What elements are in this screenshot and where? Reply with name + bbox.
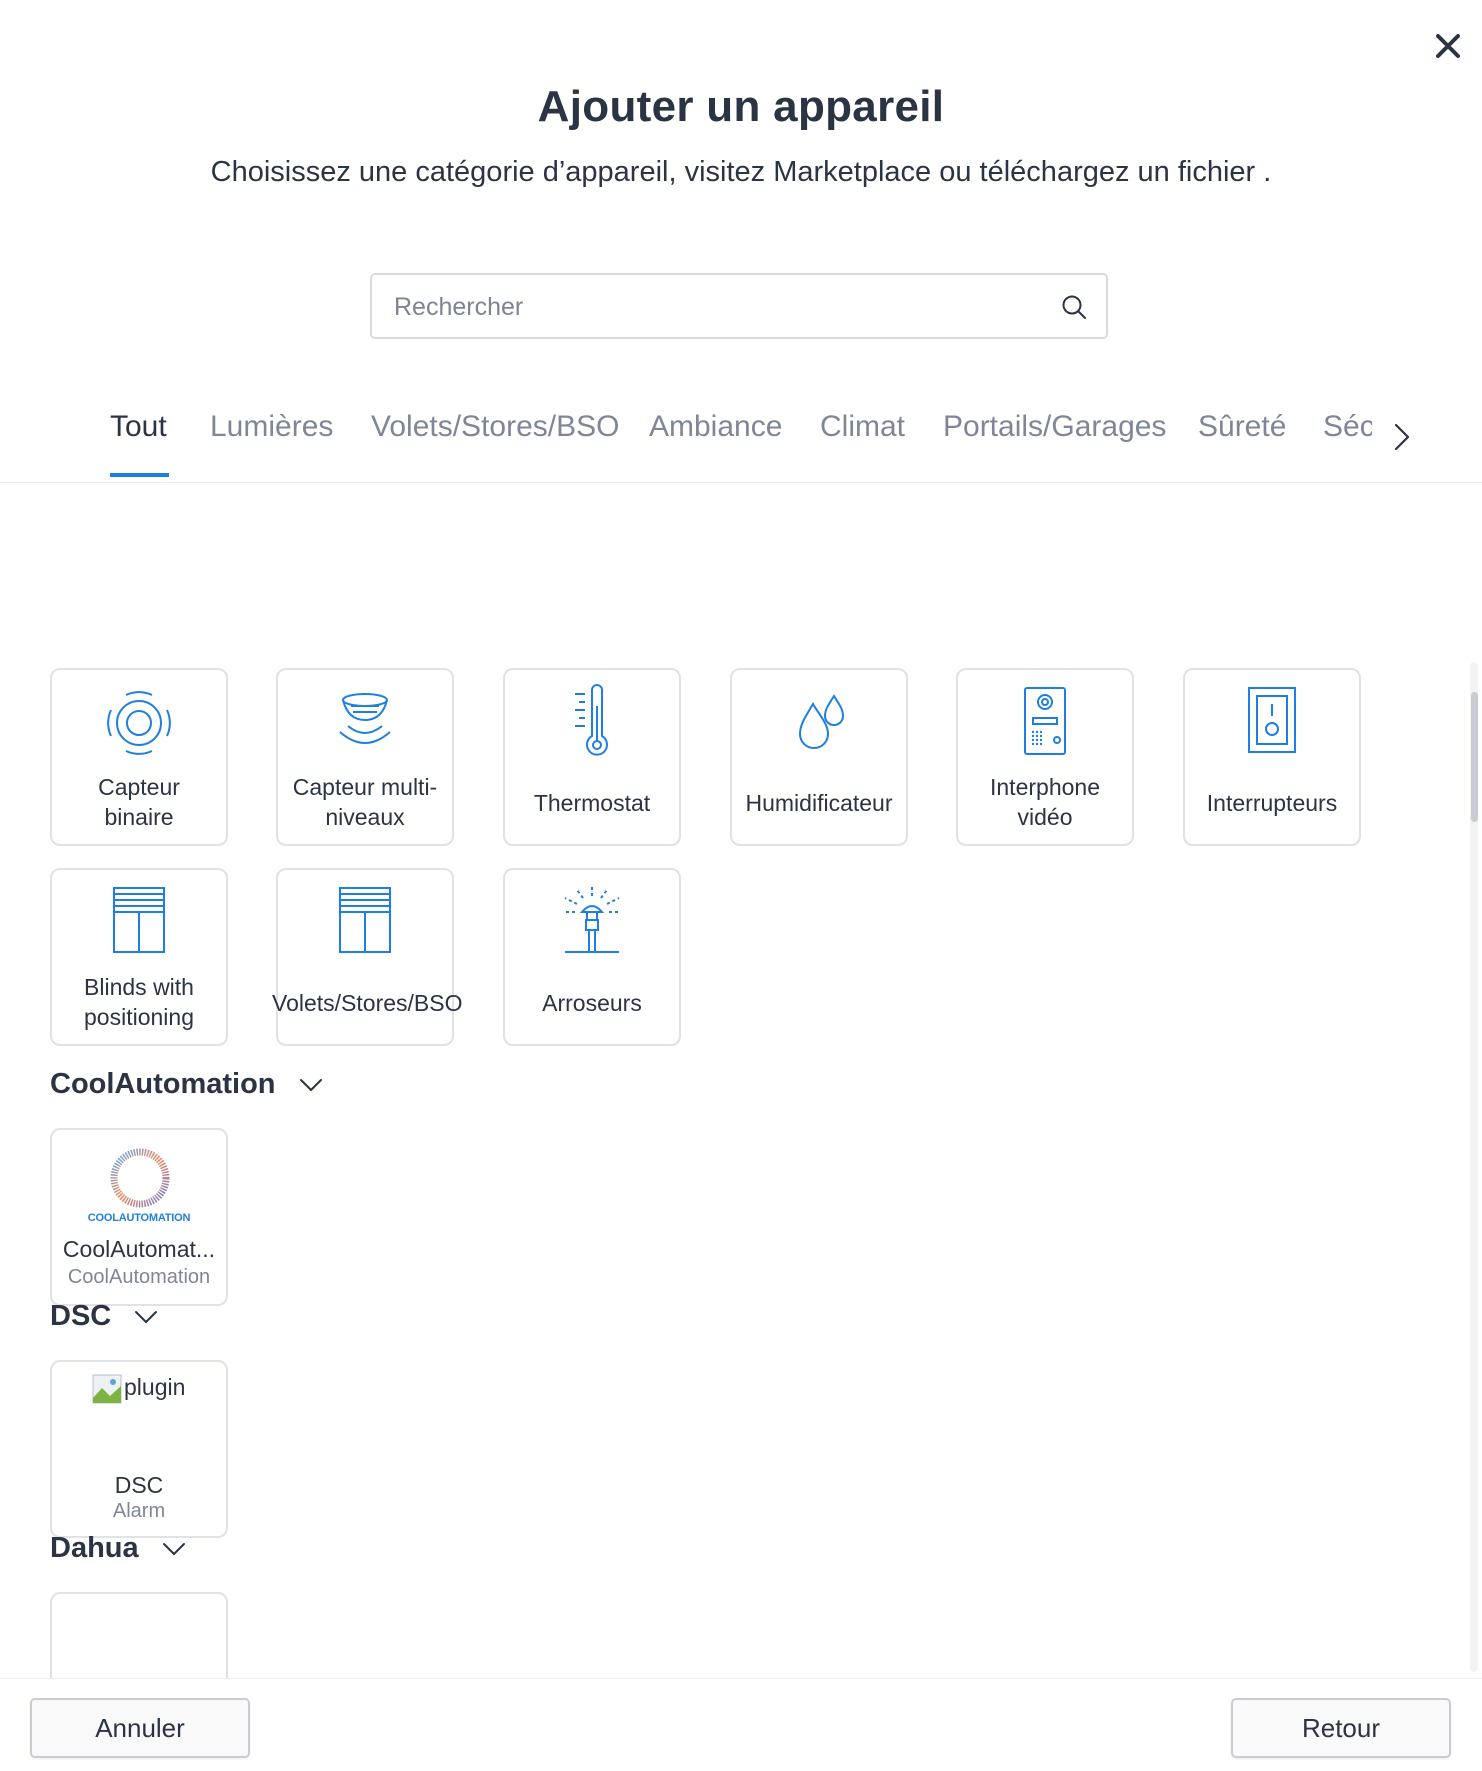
category-label-line2: positioning: [84, 1004, 194, 1030]
blinds-icon: [339, 887, 391, 953]
category-label: Arroseurs: [542, 990, 642, 1016]
plugin-name: DSC: [114, 1472, 164, 1498]
dialog-title: Ajouter un appareil: [537, 82, 945, 131]
intercom-icon: [1024, 687, 1066, 755]
category-label: Humidificateur: [745, 790, 893, 816]
tab-portails[interactable]: Portails/Garages: [943, 410, 1166, 444]
thermometer-icon: [575, 684, 608, 756]
plugin-card-dahua[interactable]: [50, 1592, 228, 1678]
category-label-line2: binaire: [104, 804, 174, 830]
tab-fade: [1372, 400, 1482, 480]
plugin-vendor: CoolAutomation: [67, 1266, 211, 1288]
chevron-down-icon[interactable]: [133, 1309, 159, 1325]
tab-surete[interactable]: Sûreté: [1198, 410, 1286, 444]
dialog-subtitle: Choisissez une catégorie d’appareil, vis…: [210, 156, 1272, 188]
dialog-footer: Annuler Retour: [0, 1678, 1482, 1771]
switch-icon: [1248, 687, 1296, 753]
category-card-volets[interactable]: Volets/Stores/BSO: [272, 868, 462, 1046]
chevron-right-icon[interactable]: [1390, 417, 1414, 457]
category-label-line1: Capteur multi-: [292, 774, 438, 800]
active-tab-indicator: [110, 473, 169, 477]
broken-image-icon: [92, 1374, 122, 1404]
binary-sensor-icon: [107, 691, 171, 755]
back-button[interactable]: Retour: [1231, 1698, 1451, 1758]
category-label: Volets/Stores/BSO: [272, 990, 463, 1016]
category-tabs: Tout Lumières Volets/Stores/BSO Ambiance…: [0, 400, 1482, 483]
multilevel-sensor-icon: [339, 693, 391, 744]
search-input[interactable]: [392, 275, 1036, 339]
tab-ambiance[interactable]: Ambiance: [649, 410, 782, 444]
category-card-sprinklers[interactable]: Arroseurs: [503, 868, 681, 1046]
chevron-down-icon[interactable]: [161, 1541, 187, 1557]
search-icon[interactable]: [1060, 293, 1088, 321]
coolautomation-logo-text: COOLAUTOMATION: [87, 1212, 191, 1224]
section-title: CoolAutomation: [50, 1068, 276, 1100]
category-card-blinds-positioning[interactable]: Blinds with positioning: [50, 868, 228, 1046]
category-card-multilevel-sensor[interactable]: Capteur multi- niveaux: [276, 668, 454, 846]
tab-securite[interactable]: Séc: [1323, 410, 1375, 444]
category-label: Interrupteurs: [1206, 790, 1338, 816]
plugin-vendor: Alarm: [112, 1500, 166, 1522]
plugin-image-alt: plugin: [124, 1374, 186, 1401]
category-card-thermostat[interactable]: Thermostat: [503, 668, 681, 846]
chevron-down-icon[interactable]: [298, 1077, 324, 1093]
tab-tout[interactable]: Tout: [110, 410, 167, 444]
category-label-line1: Interphone: [990, 774, 1100, 800]
tab-lumieres[interactable]: Lumières: [210, 410, 333, 444]
section-dahua[interactable]: Dahua: [50, 1532, 187, 1565]
sprinkler-icon: [563, 886, 621, 953]
plugin-name: CoolAutomat...: [62, 1236, 216, 1262]
scrollbar-thumb[interactable]: [1471, 692, 1478, 822]
category-label-line1: Blinds with: [84, 974, 194, 1000]
category-label-line1: Capteur: [98, 774, 180, 800]
section-coolautomation[interactable]: CoolAutomation: [50, 1068, 324, 1101]
droplets-icon: [798, 694, 845, 749]
close-icon[interactable]: [1430, 28, 1466, 64]
section-title: DSC: [50, 1300, 112, 1332]
category-card-switches[interactable]: Interrupteurs: [1183, 668, 1361, 846]
plugin-card-coolautomation[interactable]: COOLAUTOMATION CoolAutomat... CoolAutoma…: [50, 1128, 228, 1306]
category-card-humidifier[interactable]: Humidificateur: [730, 668, 908, 846]
category-card-binary-sensor[interactable]: Capteur binaire: [50, 668, 228, 846]
broken-image-placeholder: plugin: [92, 1374, 185, 1404]
section-title: Dahua: [50, 1532, 139, 1564]
category-label-line2: niveaux: [325, 804, 405, 830]
coolautomation-logo: [110, 1148, 170, 1208]
category-label-line2: vidéo: [1017, 804, 1073, 830]
search-box[interactable]: [370, 273, 1108, 339]
category-label: Thermostat: [533, 790, 651, 816]
blinds-icon: [113, 887, 165, 953]
plugin-card-dsc[interactable]: plugin DSC Alarm: [50, 1360, 228, 1538]
category-card-video-intercom[interactable]: Interphone vidéo: [956, 668, 1134, 846]
device-catalog: Capteur binaire Capteur multi- niveaux T…: [0, 482, 1482, 1678]
section-dsc[interactable]: DSC: [50, 1300, 159, 1333]
cancel-button[interactable]: Annuler: [30, 1698, 250, 1758]
tab-volets[interactable]: Volets/Stores/BSO: [371, 410, 619, 444]
tab-climat[interactable]: Climat: [820, 410, 905, 444]
